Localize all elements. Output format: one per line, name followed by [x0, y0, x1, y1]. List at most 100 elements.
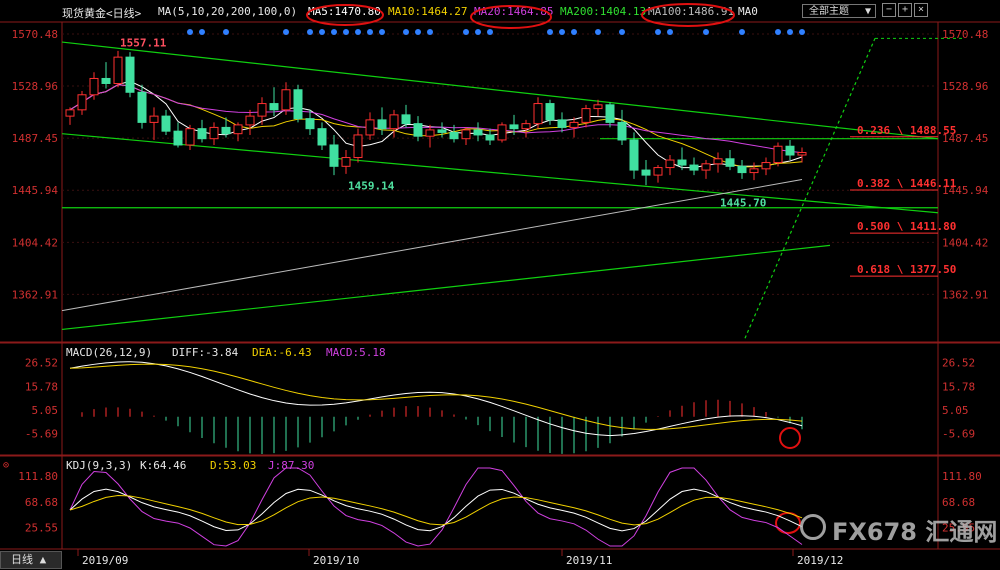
event-dot [463, 29, 469, 35]
fibonacci-label: 0.382 \ 1446.11 [857, 177, 957, 190]
highlight-circle [641, 3, 735, 27]
ma10-line [69, 84, 803, 168]
event-dot [787, 29, 793, 35]
fibonacci-label: 0.618 \ 1377.50 [857, 263, 956, 276]
event-dot [187, 29, 193, 35]
kdj-y-tick-left: 68.68 [25, 496, 58, 509]
kdj-k: K:64.46 [140, 459, 187, 472]
y-tick-right: 1404.42 [942, 236, 988, 249]
event-dot [619, 29, 625, 35]
macd-y-tick-right: 5.05 [942, 404, 969, 417]
event-dot [739, 29, 745, 35]
kdj-settings-icon[interactable]: ⊙ [3, 460, 9, 471]
candle-body [329, 144, 339, 167]
candle-body [305, 118, 315, 130]
y-tick-right: 1528.96 [942, 80, 988, 93]
event-dot [415, 29, 421, 35]
macd-params: MACD(26,12,9) [66, 346, 153, 359]
candle-body [425, 129, 435, 137]
y-tick-left: 1528.96 [12, 80, 58, 93]
candle-body [713, 158, 723, 165]
watermark: FX678 汇通网 [832, 518, 998, 546]
price-annotations: 1557.11 1459.14 1445.70 [120, 37, 766, 210]
y-tick-left: 1570.48 [12, 28, 58, 41]
candle-body [761, 162, 771, 170]
price-annotation: 1557.11 [120, 37, 167, 50]
macd-y-tick-left: 26.52 [25, 357, 58, 370]
event-dot [703, 29, 709, 35]
candle-body [77, 94, 87, 111]
candle-body [689, 164, 699, 171]
candle-body [221, 126, 231, 135]
event-dot [223, 29, 229, 35]
event-dot [799, 29, 805, 35]
candle-body [461, 129, 471, 140]
fibonacci-label: 0.236 \ 1488.55 [857, 124, 956, 137]
event-dot [307, 29, 313, 35]
highlight-circle [779, 427, 801, 449]
macd-panel: 26.52 26.52 15.78 15.78 5.05 5.05 -5.69 -5.69 [25, 357, 975, 454]
macd-diff-line [69, 361, 803, 437]
candle-body [197, 128, 207, 140]
candle-body [545, 103, 555, 121]
candle-body [557, 119, 567, 128]
ma200-line [70, 249, 802, 315]
candle-body [581, 108, 591, 123]
fibonacci-label: 0.500 \ 1411.80 [857, 220, 956, 233]
chart-app: 现货黄金<日线> MA(5,10,20,200,100,0) MA5:1470.… [0, 0, 1000, 570]
main-grid [62, 33, 938, 295]
candle-body [737, 165, 747, 174]
kdj-y-tick-right: 111.80 [942, 470, 982, 483]
channel-lower-line [61, 133, 939, 214]
kdj-y-tick-left: 111.80 [18, 470, 58, 483]
x-axis: 2019/09 2019/10 2019/11 2019/12 [77, 549, 843, 567]
price-annotation: 1459.14 [348, 180, 395, 193]
candles [65, 50, 807, 186]
candle-body [617, 121, 627, 141]
candle-body [785, 145, 795, 156]
moving-average-lines [61, 80, 803, 315]
fx678-logo-icon [800, 514, 826, 540]
candle-body [209, 126, 219, 140]
candle-body [401, 114, 411, 125]
macd-y-tick-right: 26.52 [942, 357, 975, 370]
candle-body [173, 130, 183, 146]
dotted-uptrend-line [744, 38, 876, 339]
kdj-d-line [69, 494, 803, 526]
candle-body [569, 121, 579, 128]
ma100-line [61, 179, 803, 312]
ma5-line [69, 80, 803, 169]
y-tick-right: 1362.91 [942, 288, 988, 301]
candle-body [353, 134, 363, 159]
candle-body [293, 89, 303, 120]
macd-y-tick-left: 5.05 [32, 404, 59, 417]
event-dot [571, 29, 577, 35]
event-dot [367, 29, 373, 35]
trend-lines [61, 37, 965, 339]
x-tick-label: 2019/10 [313, 554, 359, 567]
candle-body [257, 103, 267, 117]
event-dot [343, 29, 349, 35]
candle-body [665, 159, 675, 169]
candle-body [701, 163, 711, 171]
candle-body [125, 56, 135, 93]
candle-body [245, 115, 255, 126]
candle-body [65, 109, 75, 117]
candle-body [497, 124, 507, 141]
y-tick-left: 1362.91 [12, 288, 58, 301]
y-tick-left: 1404.42 [12, 236, 58, 249]
candle-body [653, 167, 663, 176]
candle-body [509, 124, 519, 130]
macd-diff: DIFF:-3.84 [172, 346, 239, 359]
event-dot [355, 29, 361, 35]
event-dot [403, 29, 409, 35]
kdj-params: KDJ(9,3,3) [66, 459, 133, 472]
event-dot [427, 29, 433, 35]
candle-body [317, 128, 327, 146]
event-dot [331, 29, 337, 35]
macd-dea-line [69, 363, 803, 430]
period-tab[interactable]: 日线 ▲ [0, 551, 62, 569]
candle-body [641, 169, 651, 176]
fibonacci-labels: 0.236 \ 1488.55 0.382 \ 1446.11 0.500 \ 14… [857, 124, 957, 276]
price-annotation: 1445.70 [720, 197, 766, 210]
